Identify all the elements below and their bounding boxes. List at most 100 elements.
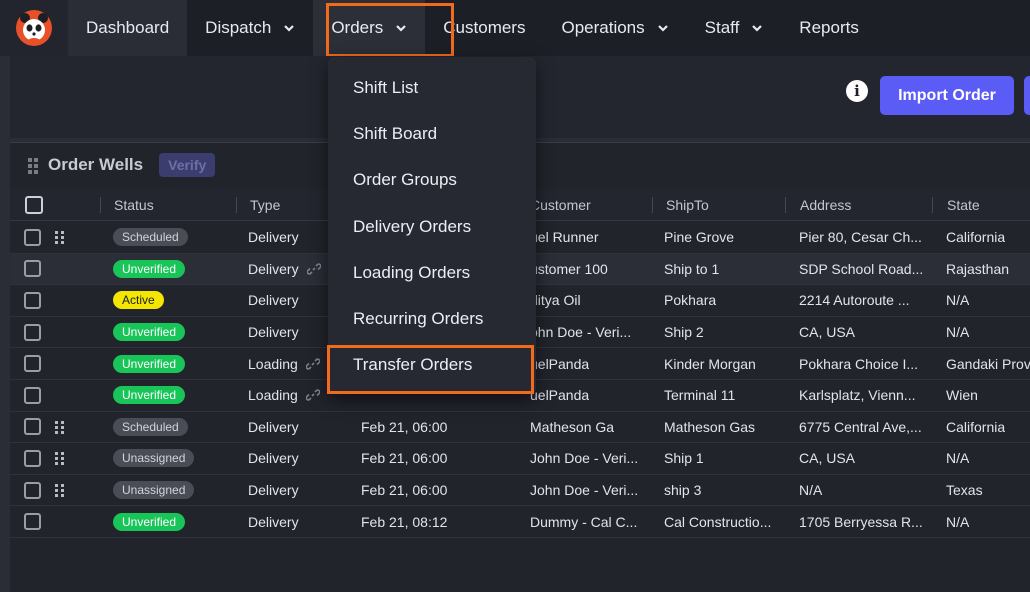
row-drag-handle[interactable] (55, 222, 65, 253)
nav-customers[interactable]: Customers (425, 0, 543, 56)
shipto-text: Pokhara (664, 292, 717, 309)
status-badge: Unassigned (113, 449, 195, 468)
row-checkbox[interactable] (24, 481, 41, 499)
app-logo[interactable] (0, 0, 68, 56)
type-text: Delivery (248, 513, 299, 530)
nav-dispatch[interactable]: Dispatch (187, 0, 313, 56)
drag-handle-icon (55, 231, 65, 245)
status-cell: Unassigned (113, 475, 195, 506)
state-text: California (946, 418, 1006, 435)
nav-customers-label: Customers (443, 18, 526, 37)
type-cell: Loading (248, 380, 320, 411)
status-badge: Unverified (113, 354, 186, 373)
nav-operations[interactable]: Operations (543, 0, 686, 56)
nav-orders-label: Orders (331, 18, 384, 37)
state-cell: N/A (946, 443, 1030, 474)
row-select (24, 475, 41, 506)
customer-cell: Matheson Ga (530, 412, 648, 443)
shipto-text: Matheson Gas (664, 418, 756, 435)
customer-text: uelPanda (530, 387, 590, 404)
row-checkbox[interactable] (24, 449, 41, 467)
table-row[interactable]: Unassigned Delivery Feb 21, 06:00 John Doe … (10, 475, 1030, 507)
type-cell: Delivery (248, 222, 299, 253)
address-cell: 1705 Berryessa R... (799, 506, 931, 537)
state-cell: N/A (946, 285, 1030, 316)
row-checkbox[interactable] (24, 418, 41, 436)
customer-text: ohn Doe - Veri... (530, 324, 632, 341)
address-text: 1705 Berryessa R... (799, 513, 923, 530)
nav-reports[interactable]: Reports (781, 0, 877, 56)
status-cell: Unassigned (113, 443, 195, 474)
row-drag-handle[interactable] (55, 443, 65, 474)
type-cell: Delivery (248, 443, 299, 474)
table-row[interactable]: Unverified Delivery Feb 21, 08:12 Dummy - C… (10, 506, 1030, 538)
row-checkbox[interactable] (24, 386, 41, 404)
row-select (24, 348, 41, 379)
shipto-text: Terminal 11 (664, 387, 736, 404)
customer-text: uelPanda (530, 355, 590, 372)
address-cell: Pokhara Choice I... (799, 348, 931, 379)
address-cell: Pier 80, Cesar Ch... (799, 222, 931, 253)
menu-item-recurring-orders[interactable]: Recurring Orders (328, 296, 536, 342)
menu-item-loading-orders[interactable]: Loading Orders (328, 250, 536, 296)
address-text: SDP School Road... (799, 260, 924, 277)
nav-staff[interactable]: Staff (687, 0, 782, 56)
row-drag-handle[interactable] (55, 412, 65, 443)
row-checkbox[interactable] (24, 228, 41, 246)
customer-cell: ustomer 100 (530, 254, 648, 285)
type-text: Delivery (248, 482, 299, 499)
status-badge: Scheduled (113, 417, 188, 436)
verify-button[interactable]: Verify (159, 153, 216, 177)
address-text: Pokhara Choice I... (799, 355, 919, 372)
address-text: CA, USA (799, 324, 856, 341)
drag-handle-icon[interactable] (28, 158, 38, 174)
row-drag-handle[interactable] (55, 475, 65, 506)
shipto-cell: ship 3 (664, 475, 782, 506)
address-text: Karlsplatz, Vienn... (799, 387, 916, 404)
customer-cell: ohn Doe - Veri... (530, 317, 648, 348)
row-select (24, 222, 41, 253)
nav-dashboard[interactable]: Dashboard (68, 0, 188, 56)
column-status[interactable]: Status (100, 189, 236, 220)
table-row[interactable]: Unassigned Delivery Feb 21, 06:00 John Doe … (10, 443, 1030, 475)
secondary-action-button[interactable] (1024, 76, 1030, 115)
menu-item-shift-list[interactable]: Shift List (328, 65, 536, 111)
row-checkbox[interactable] (24, 291, 41, 309)
link-icon[interactable] (305, 357, 320, 371)
shipto-text: Pine Grove (664, 229, 735, 246)
type-cell: Delivery (248, 412, 299, 443)
link-icon[interactable] (306, 262, 321, 276)
customer-text: ditya Oil (530, 292, 581, 309)
select-all-checkbox[interactable] (25, 195, 43, 214)
status-badge: Unverified (113, 259, 186, 278)
link-icon[interactable] (305, 388, 320, 402)
shipto-cell: Matheson Gas (664, 412, 782, 443)
row-checkbox[interactable] (24, 260, 41, 278)
customer-cell: uelPanda (530, 348, 648, 379)
row-checkbox[interactable] (24, 323, 41, 341)
status-cell: Scheduled (113, 222, 188, 253)
customer-text: Matheson Ga (530, 418, 615, 435)
status-badge: Active (113, 291, 164, 310)
drag-handle-icon (55, 420, 65, 434)
shipto-text: ship 3 (664, 482, 702, 499)
column-shipto[interactable]: ShipTo (652, 189, 785, 220)
column-address[interactable]: Address (785, 189, 932, 220)
table-row[interactable]: Scheduled Delivery Feb 21, 06:00 Matheson G… (10, 412, 1030, 444)
nav-orders[interactable]: Orders (313, 0, 426, 56)
import-order-button[interactable]: Import Order (880, 76, 1014, 115)
menu-item-shift-board[interactable]: Shift Board (328, 111, 536, 157)
menu-item-order-groups[interactable]: Order Groups (328, 157, 536, 203)
row-checkbox[interactable] (24, 355, 41, 373)
info-icon[interactable]: i (846, 80, 868, 102)
shipto-text: Cal Constructio... (664, 513, 772, 530)
column-state[interactable]: State (932, 189, 1030, 220)
address-text: 6775 Central Ave,... (799, 418, 922, 435)
type-cell: Delivery (248, 254, 321, 285)
type-text: Delivery (248, 450, 299, 467)
top-nav: Dashboard Dispatch Orders Customers Oper… (0, 0, 1030, 56)
row-checkbox[interactable] (24, 513, 41, 531)
menu-item-delivery-orders[interactable]: Delivery Orders (328, 204, 536, 250)
column-customer[interactable]: Customer (516, 189, 652, 220)
menu-item-transfer-orders[interactable]: Transfer Orders (328, 342, 536, 388)
